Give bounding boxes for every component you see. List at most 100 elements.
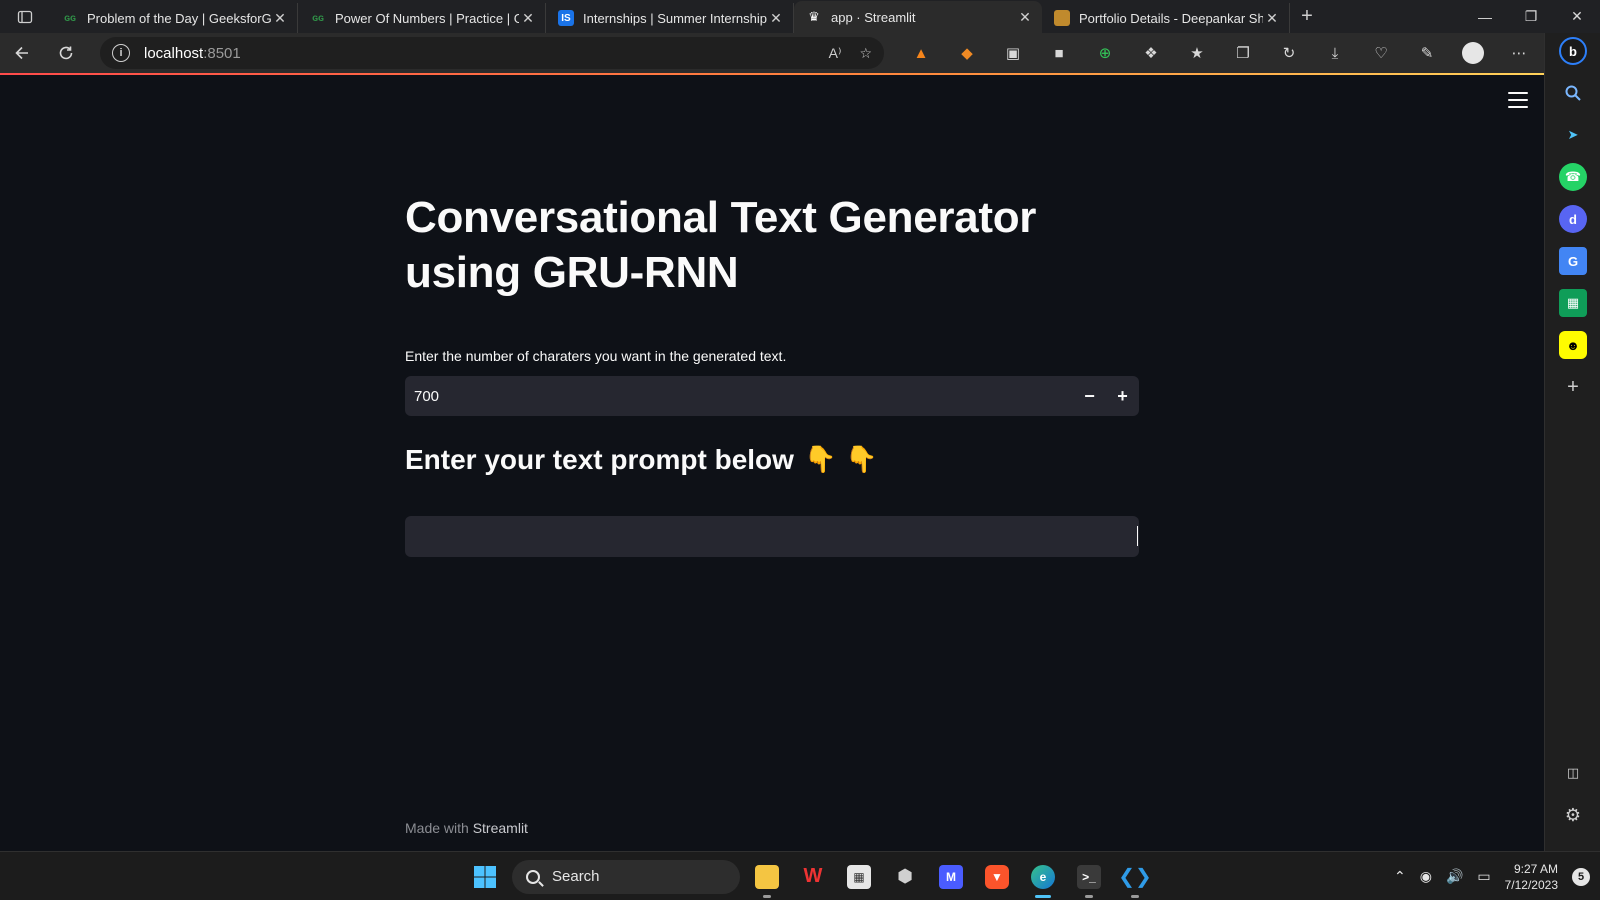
increment-button[interactable]: + [1106, 376, 1139, 416]
chat-icon[interactable]: ▦ [1559, 289, 1587, 317]
unity-button[interactable]: ⬢ [882, 852, 928, 900]
volume-icon[interactable]: 🔊 [1446, 868, 1463, 885]
char-count-input[interactable] [405, 376, 1073, 416]
folder-icon [755, 864, 779, 889]
taskbar-apps: Search W ▦ ⬢ M ▼ e >_ ❮❯ [462, 852, 1158, 900]
prompt-text-input[interactable] [405, 516, 1139, 557]
browser-tab-strip: ɢɢ Problem of the Day | GeeksforGe ✕ ɢɢ Powe… [0, 0, 1600, 33]
tab-title: Power Of Numbers | Practice | Ge [335, 10, 519, 26]
more-options-icon[interactable]: ⋯ [1496, 33, 1542, 73]
start-button[interactable] [462, 852, 508, 900]
prompt-subheader: Enter your text prompt below 👇 👇 [405, 444, 1139, 476]
close-window-button[interactable]: ✕ [1554, 0, 1600, 33]
tab-close-icon[interactable]: ✕ [271, 10, 289, 27]
tab-close-icon[interactable]: ✕ [1263, 10, 1281, 27]
extensions-puzzle-icon[interactable]: ❖ [1128, 33, 1174, 73]
tiger-extension-icon[interactable]: ◆ [944, 33, 990, 73]
prompt-input-container [405, 516, 1139, 557]
pointing-down-emoji-icon: 👇 👇 [803, 445, 878, 475]
tab-favicon-icon: IS [558, 10, 574, 26]
edge-icon: e [1031, 864, 1055, 889]
brave-button[interactable]: ▼ [974, 852, 1020, 900]
restore-button[interactable]: ❐ [1508, 0, 1554, 33]
new-tab-button[interactable]: + [1290, 0, 1324, 33]
number-input-container: − + [405, 376, 1139, 416]
read-aloud-icon[interactable]: A⁾ [829, 45, 842, 62]
minimize-button[interactable]: — [1462, 0, 1508, 33]
edge-sidebar: b ➤ ☎ d G ▦ ☻ + ◫ ⚙ [1544, 33, 1600, 851]
browser-essentials-icon[interactable]: ✎ [1404, 33, 1450, 73]
settings-gear-icon[interactable]: ⚙ [1559, 801, 1587, 829]
browser-toolbar: i localhost:8501 A⁾ ☆ ▲ ◆ ▣ ■ ⊕ ❖ ★ ❐ ↻ … [0, 33, 1600, 73]
browser-tab[interactable]: IS Internships | Summer Internship ✕ [546, 3, 794, 33]
tab-favicon-icon: ɢɢ [64, 12, 76, 24]
show-hidden-icons-chevron-icon[interactable]: ⌃ [1394, 868, 1406, 885]
clock[interactable]: 9:27 AM 7/12/2023 [1505, 861, 1558, 893]
metamask-extension-icon[interactable]: ▲ [898, 33, 944, 73]
discord-icon[interactable]: d [1559, 205, 1587, 233]
hide-sidebar-icon[interactable]: ◫ [1559, 759, 1587, 787]
app-m-button[interactable]: M [928, 852, 974, 900]
windows-logo-icon [474, 865, 496, 888]
window-controls: — ❐ ✕ [1462, 0, 1600, 33]
history-icon[interactable]: ↻ [1266, 33, 1312, 73]
favorite-star-icon[interactable]: ☆ [859, 45, 872, 62]
downloads-icon[interactable]: ⤓ [1312, 33, 1358, 73]
store-icon: ▦ [847, 864, 871, 889]
browser-tab[interactable]: ♛ app · Streamlit ✕ [794, 1, 1042, 33]
search-icon [526, 869, 540, 884]
address-bar[interactable]: i localhost:8501 A⁾ ☆ [100, 37, 884, 69]
wps-icon: W [803, 865, 823, 887]
tab-close-icon[interactable]: ✕ [767, 10, 785, 27]
tab-actions-icon[interactable] [0, 0, 50, 33]
collections-icon[interactable]: ❐ [1220, 33, 1266, 73]
performance-icon[interactable]: ♡ [1358, 33, 1404, 73]
streamlit-link[interactable]: Streamlit [473, 820, 528, 836]
address-host: localhost [144, 44, 204, 62]
edge-button[interactable]: e [1020, 852, 1066, 900]
browser-tab[interactable]: ɢɢ Power Of Numbers | Practice | Ge ✕ [298, 3, 546, 33]
terminal-button[interactable]: >_ [1066, 852, 1112, 900]
windows-taskbar: Search W ▦ ⬢ M ▼ e >_ ❮❯ ⌃ ◉ 🔊 ▭ 9:27 AM… [0, 851, 1600, 900]
bing-copilot-icon[interactable]: b [1559, 37, 1587, 65]
sidebar-search-icon[interactable] [1559, 79, 1587, 107]
battery-icon[interactable]: ▭ [1477, 868, 1490, 885]
wps-office-button[interactable]: W [790, 852, 836, 900]
tab-close-icon[interactable]: ✕ [1016, 9, 1034, 26]
wifi-icon[interactable]: ◉ [1420, 868, 1432, 885]
streamlit-decoration-bar [0, 73, 1544, 75]
telegram-icon[interactable]: ➤ [1559, 121, 1587, 149]
vscode-icon: ❮❯ [1118, 866, 1152, 888]
whatsapp-icon[interactable]: ☎ [1559, 163, 1587, 191]
add-extension-icon[interactable]: ⊕ [1082, 33, 1128, 73]
address-port: :8501 [203, 44, 241, 62]
tab-list: ɢɢ Problem of the Day | GeeksforGe ✕ ɢɢ Powe… [50, 0, 1290, 33]
browser-tab[interactable]: Portfolio Details - Deepankar Sha ✕ [1042, 3, 1290, 33]
m-app-icon: M [939, 864, 963, 889]
app-footer: Made with Streamlit [405, 820, 528, 836]
extension-toolbar: ▲ ◆ ▣ ■ ⊕ ❖ ★ ❐ ↻ ⤓ ♡ ✎ ⋯ [898, 33, 1542, 73]
decrement-button[interactable]: − [1073, 376, 1106, 416]
clock-time: 9:27 AM [1513, 861, 1558, 876]
number-input-label: Enter the number of charaters you want i… [405, 348, 787, 364]
dark-extension-icon[interactable]: ■ [1036, 33, 1082, 73]
window-extension-icon[interactable]: ▣ [990, 33, 1036, 73]
tab-title: Portfolio Details - Deepankar Sha [1079, 10, 1263, 26]
browser-tab[interactable]: ɢɢ Problem of the Day | GeeksforGe ✕ [50, 3, 298, 33]
favorites-icon[interactable]: ★ [1174, 33, 1220, 73]
back-button[interactable] [0, 33, 44, 73]
reload-button[interactable] [44, 33, 88, 73]
main-menu-icon[interactable] [1508, 92, 1528, 108]
file-explorer-button[interactable] [744, 852, 790, 900]
taskbar-search[interactable]: Search [512, 859, 740, 894]
snapchat-icon[interactable]: ☻ [1559, 331, 1587, 359]
app-main: Conversational Text Generator using GRU-… [405, 190, 1139, 557]
store-button[interactable]: ▦ [836, 852, 882, 900]
translate-icon[interactable]: G [1559, 247, 1587, 275]
vscode-button[interactable]: ❮❯ [1112, 852, 1158, 900]
notification-badge[interactable]: 5 [1572, 867, 1590, 886]
site-info-icon[interactable]: i [112, 44, 130, 62]
tab-close-icon[interactable]: ✕ [519, 10, 537, 27]
profile-avatar[interactable] [1450, 33, 1496, 73]
add-sidebar-app-icon[interactable]: + [1559, 373, 1587, 401]
